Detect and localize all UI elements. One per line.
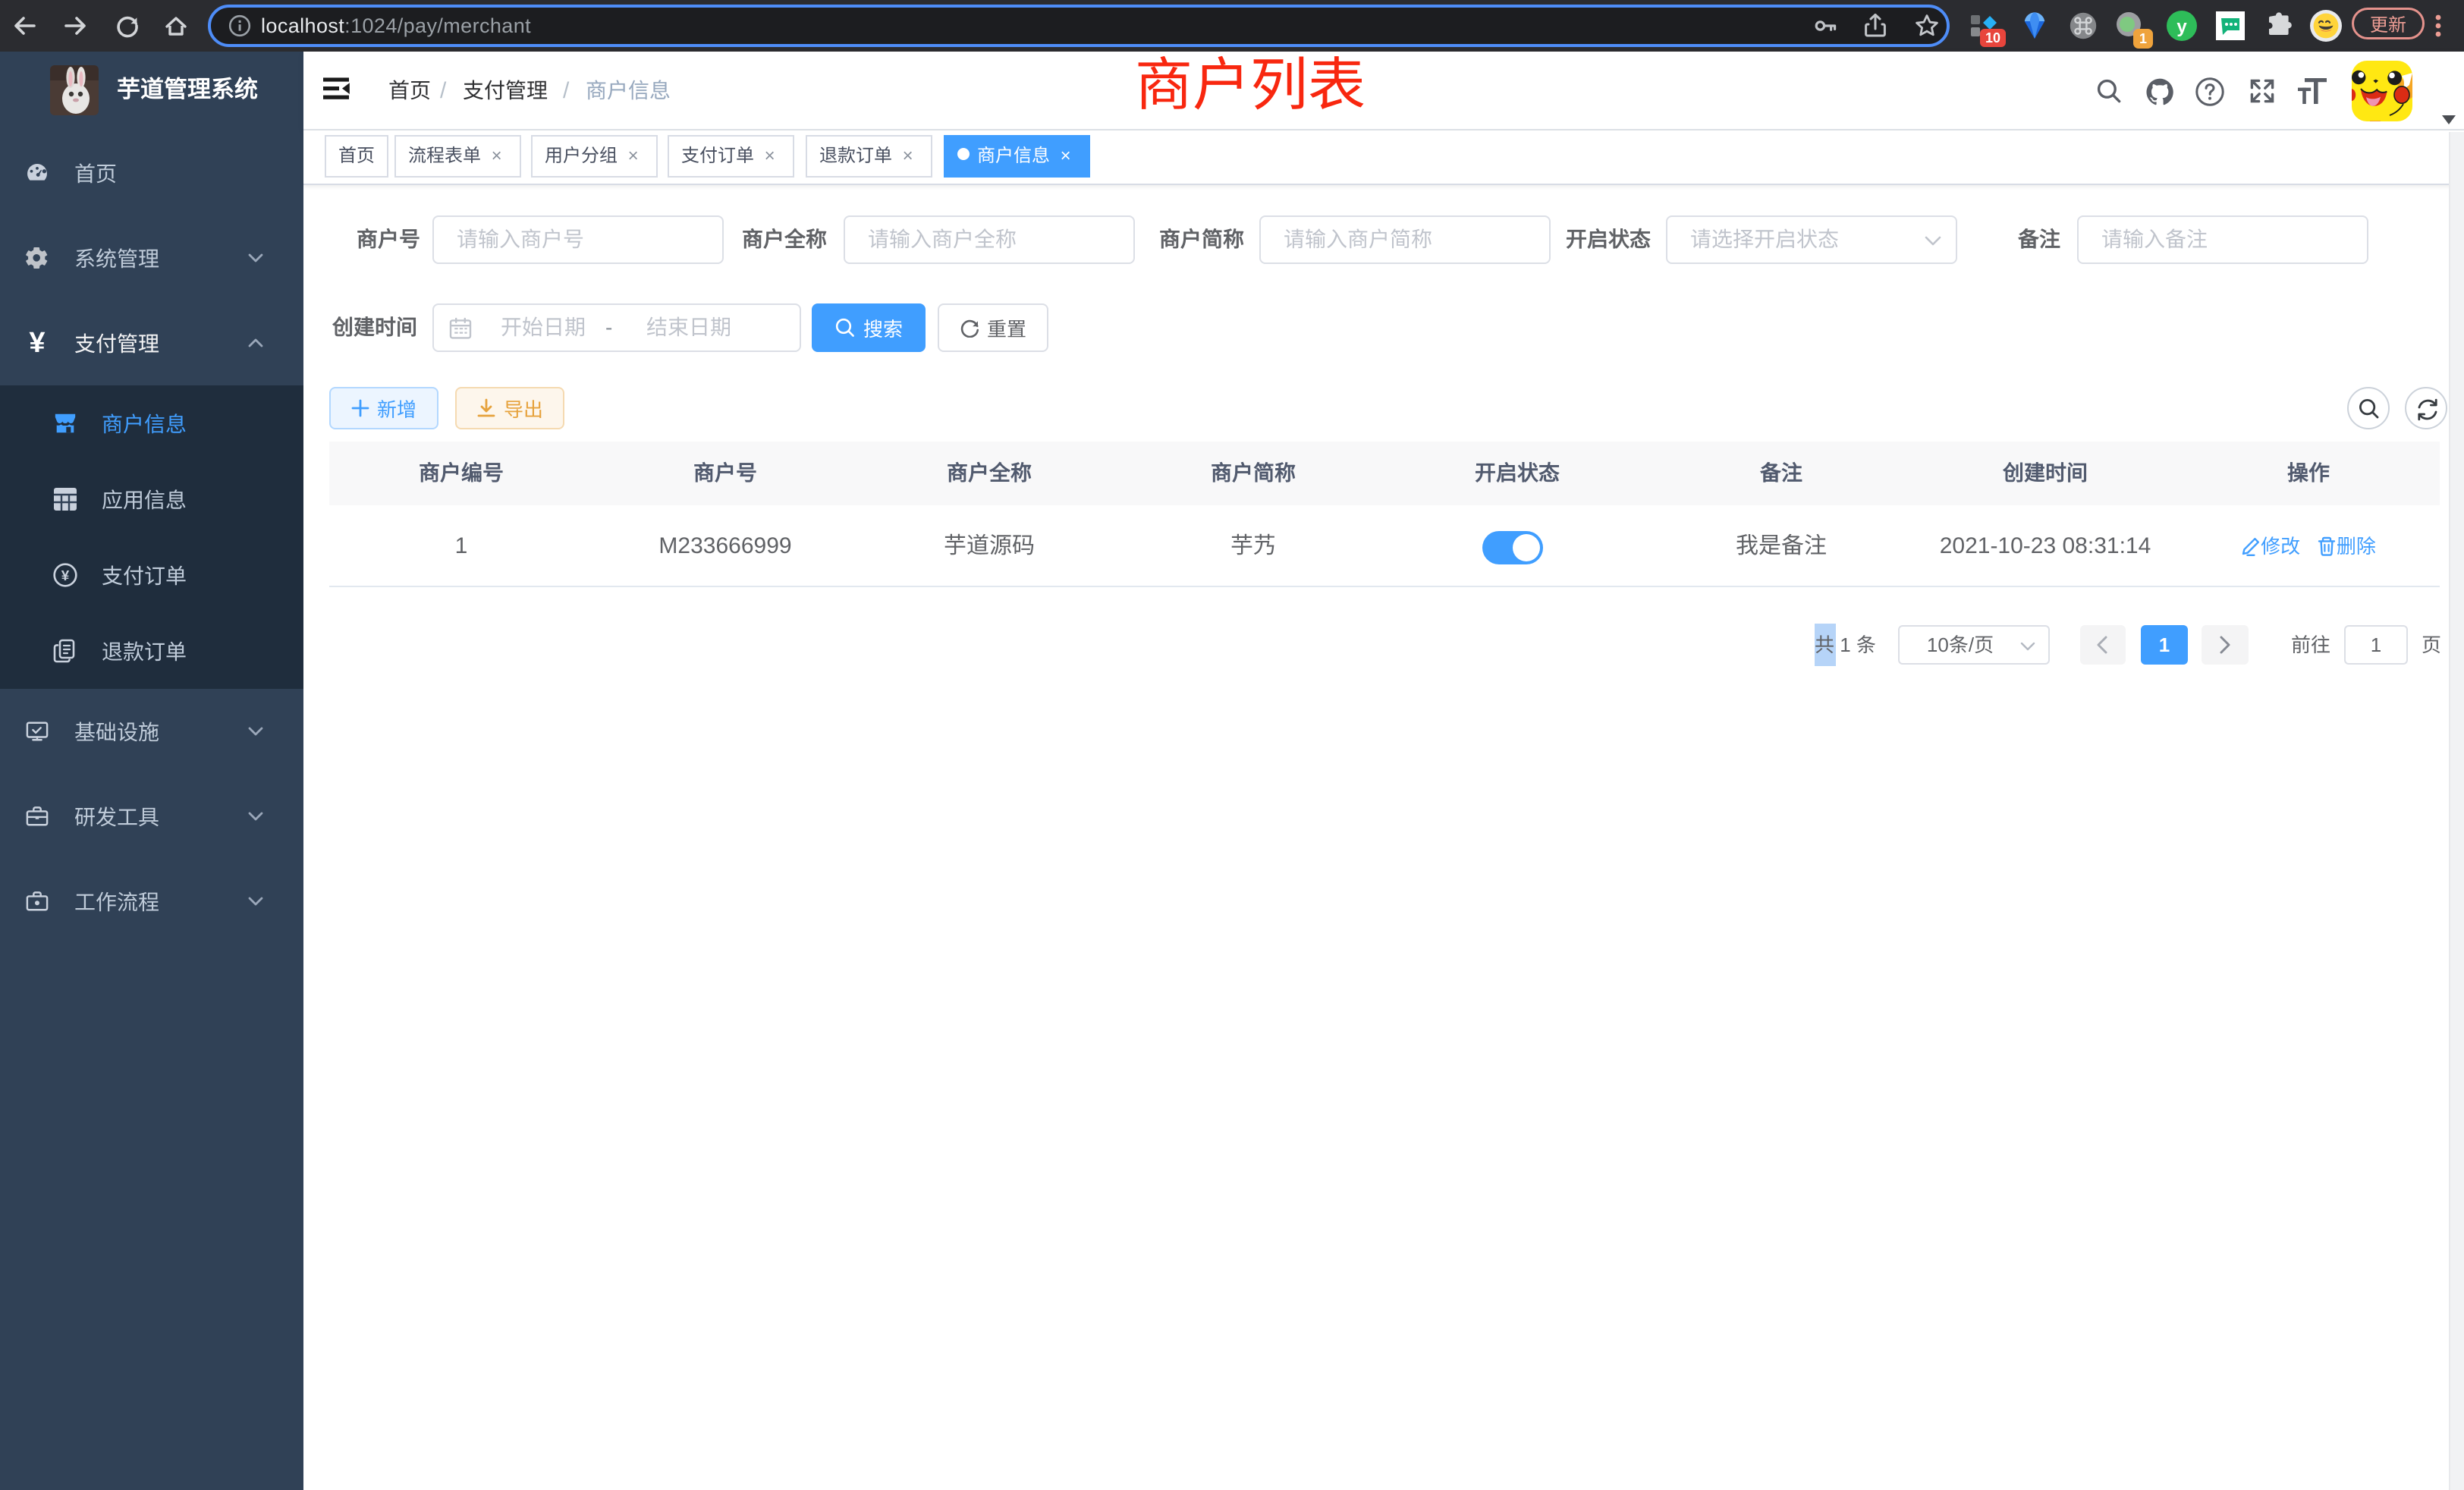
svg-text:¥: ¥ bbox=[61, 567, 70, 583]
svg-text:y: y bbox=[2176, 17, 2187, 37]
